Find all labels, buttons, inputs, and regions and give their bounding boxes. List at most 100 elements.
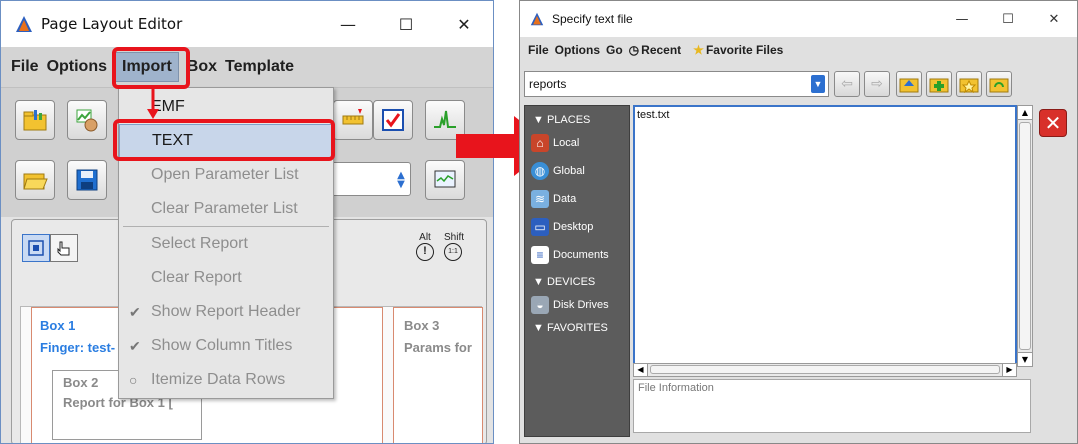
menu-favorite-files[interactable]: ★ Favorite Files <box>693 43 789 57</box>
favorite-folder-button[interactable] <box>956 71 982 97</box>
monitor-chart-icon <box>434 170 456 188</box>
scroll-up-icon[interactable]: ▲ <box>1018 106 1032 120</box>
up-folder-button[interactable] <box>896 71 922 97</box>
menu-item-clear-parameter-list[interactable]: Clear Parameter List <box>119 192 333 226</box>
file-list[interactable]: test.txt <box>633 105 1017 367</box>
one-to-one-icon: 1:1 <box>444 243 462 261</box>
device-disk-drives[interactable]: ◒ Disk Drives <box>531 296 609 314</box>
box-1-title: Box 1 <box>40 318 76 333</box>
menu-import[interactable]: Import <box>115 52 179 82</box>
specify-text-file-dialog: Specify text file — ☐ ✕ File Options Go … <box>519 0 1078 444</box>
box-3[interactable]: Box 3 Params for <box>393 307 483 443</box>
dropdown-arrow-icon[interactable]: ▼ <box>811 75 825 93</box>
file-information-label: File Information <box>638 382 714 394</box>
show-report-header-label: Show Report Header <box>151 303 301 320</box>
radio-icon: ○ <box>129 372 138 388</box>
places-header-label: PLACES <box>546 114 591 126</box>
place-documents[interactable]: ≡ Documents <box>531 246 609 264</box>
maximize-button[interactable]: ☐ <box>377 1 435 47</box>
spinner-arrows-icon[interactable]: ▲ ▼ <box>396 171 406 190</box>
horizontal-scroll-thumb[interactable] <box>650 365 1000 374</box>
cancel-icon[interactable]: ✕ <box>1039 109 1067 137</box>
open-layout-button[interactable] <box>15 100 55 140</box>
vertical-scroll-thumb[interactable] <box>1019 122 1031 350</box>
place-global[interactable]: ◍ Global <box>531 162 585 180</box>
refresh-folder-button[interactable] <box>986 71 1012 97</box>
menu-template[interactable]: Template <box>225 58 294 76</box>
desktop-icon: ▭ <box>531 218 549 236</box>
menu-bar: File Options Import Box Template <box>1 47 493 87</box>
horizontal-scrollbar[interactable]: ◀ ▶ <box>633 363 1017 377</box>
clock-icon: ◷ <box>628 43 640 57</box>
place-data-label: Data <box>553 193 577 205</box>
dialog-minimize-button[interactable]: — <box>939 1 985 37</box>
open-folder-button[interactable] <box>15 160 55 200</box>
menu-file[interactable]: File <box>11 58 39 76</box>
back-button[interactable]: ⇦ <box>834 71 860 97</box>
places-header[interactable]: ▼ PLACES <box>533 114 590 126</box>
scroll-left-icon[interactable]: ◀ <box>634 364 648 376</box>
import-dropdown-menu: EMF TEXT Open Parameter List Clear Param… <box>118 87 334 399</box>
dialog-title-bar: Specify text file — ☐ ✕ <box>520 1 1077 37</box>
hand-pointer-icon <box>57 241 70 256</box>
menu-item-show-column-titles[interactable]: ✔ Show Column Titles <box>119 329 333 363</box>
box-3-subtitle: Params for <box>404 340 472 355</box>
app-logo-icon <box>530 12 544 26</box>
box-2-title: Box 2 <box>63 375 99 390</box>
report-wizard-button[interactable] <box>67 100 107 140</box>
menu-box[interactable]: Box <box>187 58 217 76</box>
alt-indicator[interactable]: Alt ! <box>416 232 434 261</box>
box-3-title: Box 3 <box>404 318 440 333</box>
menu-item-show-report-header[interactable]: ✔ Show Report Header <box>119 295 333 329</box>
menu-item-open-parameter-list[interactable]: Open Parameter List <box>119 158 333 192</box>
menu-options[interactable]: Options <box>555 43 600 57</box>
open-folder-icon <box>23 173 48 190</box>
menu-recent[interactable]: ◷ Recent <box>629 43 688 57</box>
star-icon: ★ <box>693 43 704 57</box>
save-button[interactable] <box>67 160 107 200</box>
new-folder-button[interactable] <box>926 71 952 97</box>
folder-refresh-icon <box>989 78 1009 93</box>
ruler-icon <box>342 109 364 125</box>
menu-item-clear-report[interactable]: Clear Report <box>119 261 333 295</box>
place-desktop[interactable]: ▭ Desktop <box>531 218 593 236</box>
close-button[interactable]: ✕ <box>435 1 493 47</box>
minimize-button[interactable]: — <box>319 1 377 47</box>
folder-star-icon <box>959 78 979 93</box>
file-information-panel: File Information <box>633 379 1031 433</box>
path-combo[interactable]: reports ▼ <box>524 71 829 97</box>
select-mode-button[interactable] <box>22 234 50 262</box>
scroll-right-icon[interactable]: ▶ <box>1002 364 1016 376</box>
menu-item-itemize-data-rows[interactable]: ○ Itemize Data Rows <box>119 363 333 397</box>
menu-options[interactable]: Options <box>47 58 107 76</box>
file-item[interactable]: test.txt <box>637 109 669 121</box>
menu-file[interactable]: File <box>528 43 549 57</box>
folder-add-icon <box>929 78 949 93</box>
devices-header[interactable]: ▼ DEVICES <box>533 276 595 288</box>
favorites-header[interactable]: ▼ FAVORITES <box>533 322 608 334</box>
favorites-header-label: FAVORITES <box>546 322 608 334</box>
menu-item-text[interactable]: TEXT <box>119 124 333 158</box>
down-arrow-icon <box>147 87 159 119</box>
vertical-scrollbar[interactable]: ▲ ▼ <box>1017 105 1033 367</box>
scroll-down-icon[interactable]: ▼ <box>1018 352 1032 366</box>
devices-header-label: DEVICES <box>546 276 596 288</box>
dialog-maximize-button[interactable]: ☐ <box>985 1 1031 37</box>
shift-indicator[interactable]: Shift 1:1 <box>444 232 464 261</box>
menu-go[interactable]: Go <box>606 43 623 57</box>
pointer-mode-button[interactable] <box>50 234 78 262</box>
ruler-button[interactable] <box>333 100 373 140</box>
floppy-disk-icon <box>76 169 98 191</box>
dialog-close-button[interactable]: ✕ <box>1031 1 1077 37</box>
checkbox-tool-button[interactable] <box>373 100 413 140</box>
alt-label: Alt <box>419 232 431 243</box>
disk-drive-icon: ◒ <box>531 296 549 314</box>
window-title: Page Layout Editor <box>41 15 183 33</box>
place-local[interactable]: ⌂ Local <box>531 134 579 152</box>
back-arrow-icon: ⇦ <box>841 76 853 92</box>
place-data[interactable]: ≋ Data <box>531 190 576 208</box>
menu-item-select-report[interactable]: Select Report <box>119 227 333 261</box>
parameter-combo[interactable]: ▲ ▼ <box>331 162 411 196</box>
forward-button[interactable]: ⇨ <box>864 71 890 97</box>
place-global-label: Global <box>553 165 585 177</box>
